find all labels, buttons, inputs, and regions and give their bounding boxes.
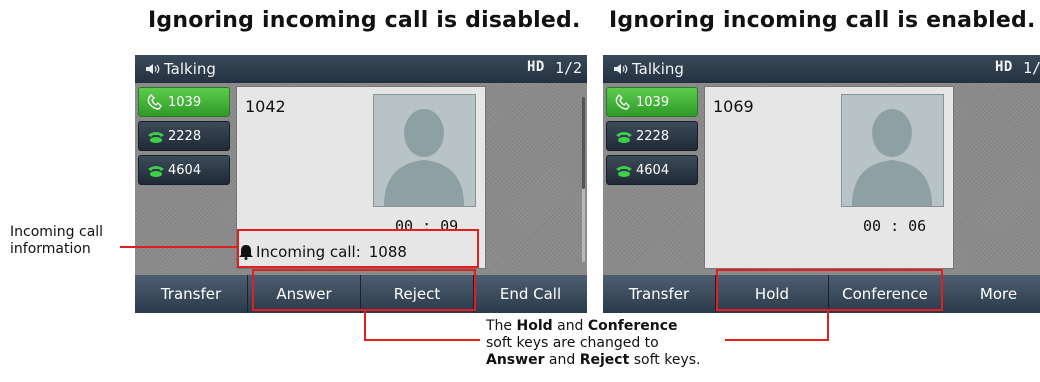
softkey-bar: Transfer Answer Reject End Call [135, 275, 587, 313]
line-key-2228[interactable]: 2228 [606, 121, 698, 151]
softkey-bar: Transfer Hold Conference More [603, 275, 1040, 313]
call-panel: 1042 00 : 09 Incoming call: 1088 [236, 86, 585, 269]
transfer-softkey[interactable]: Transfer [135, 275, 248, 313]
hd-badge: HD [527, 59, 545, 75]
note-text: soft keys. [633, 352, 701, 368]
line-key-4604[interactable]: 4604 [138, 155, 230, 185]
incoming-call-number: 1088 [368, 243, 407, 261]
phone-icon [616, 132, 632, 143]
softkey-change-note: The Hold and Conference soft keys are ch… [486, 318, 700, 369]
note-hold: Hold [516, 318, 553, 334]
speaker-icon [614, 64, 628, 74]
caller-number: 1042 [245, 97, 286, 116]
line-key-1039[interactable]: 1039 [606, 87, 698, 117]
call-timer: 00 : 06 [863, 217, 927, 235]
note-text: soft keys are changed to [486, 335, 659, 351]
call-status: Talking [164, 60, 216, 78]
reject-softkey[interactable]: Reject [361, 275, 474, 313]
title-bar: Talking HD 1/2 [603, 55, 1040, 83]
bell-icon [239, 245, 253, 260]
note-text: The [486, 318, 513, 334]
note-conference: Conference [587, 318, 678, 334]
connector-line [725, 339, 829, 341]
connector-line [827, 311, 829, 340]
answer-softkey[interactable]: Answer [248, 275, 361, 313]
incoming-call-notice: Incoming call: 1088 [239, 243, 407, 261]
phone-icon [148, 166, 164, 177]
page-indicator: 1/2 [1023, 59, 1040, 77]
caller-number: 1069 [713, 97, 754, 116]
hold-softkey[interactable]: Hold [716, 275, 829, 313]
call-panel: 1069 00 : 06 [704, 86, 954, 269]
note-text: and [548, 352, 576, 368]
line-key-label: 2228 [636, 128, 670, 144]
transfer-softkey[interactable]: Transfer [603, 275, 716, 313]
call-timer: 00 : 09 [395, 217, 459, 235]
heading-disabled: Ignoring incoming call is disabled. [148, 8, 581, 33]
hd-badge: HD [995, 59, 1013, 75]
connector-line [364, 339, 480, 341]
line-key-1039[interactable]: 1039 [138, 87, 230, 117]
phone-screen-enabled: Talking HD 1/2 1039 2228 4604 1069 [603, 55, 1040, 313]
heading-enabled: Ignoring incoming call is enabled. [609, 8, 1036, 33]
line-key-label: 1039 [168, 94, 202, 110]
line-key-label: 1039 [636, 94, 670, 110]
line-key-label: 4604 [636, 162, 670, 178]
person-icon [384, 109, 464, 206]
end-call-softkey[interactable]: End Call [474, 275, 587, 313]
connector-line [364, 311, 366, 340]
phone-icon [148, 132, 164, 143]
incoming-call-label: Incoming call: [256, 243, 361, 261]
title-bar: Talking HD 1/2 [135, 55, 587, 83]
handset-icon [147, 94, 162, 110]
incoming-call-info-caption: Incoming call information [10, 224, 104, 257]
note-reject: Reject [579, 352, 630, 368]
person-icon [852, 109, 932, 206]
conference-softkey[interactable]: Conference [829, 275, 942, 313]
contact-avatar [841, 94, 944, 207]
note-answer: Answer [486, 352, 545, 368]
more-softkey[interactable]: More [942, 275, 1040, 313]
scrollbar[interactable] [582, 97, 585, 262]
call-screen: 1039 2228 4604 1069 00 : 06 [603, 83, 1040, 275]
handset-icon [615, 94, 630, 110]
line-key-label: 4604 [168, 162, 202, 178]
page-indicator: 1/2 [555, 59, 583, 77]
connector-line [120, 246, 238, 248]
line-key-label: 2228 [168, 128, 202, 144]
contact-avatar [373, 94, 476, 207]
line-key-4604[interactable]: 4604 [606, 155, 698, 185]
line-key-2228[interactable]: 2228 [138, 121, 230, 151]
note-text: and [557, 318, 584, 334]
call-status: Talking [632, 60, 684, 78]
phone-screen-disabled: Talking HD 1/2 1039 2228 4604 1042 00: … [135, 55, 587, 313]
speaker-icon [146, 64, 160, 74]
phone-icon [616, 166, 632, 177]
